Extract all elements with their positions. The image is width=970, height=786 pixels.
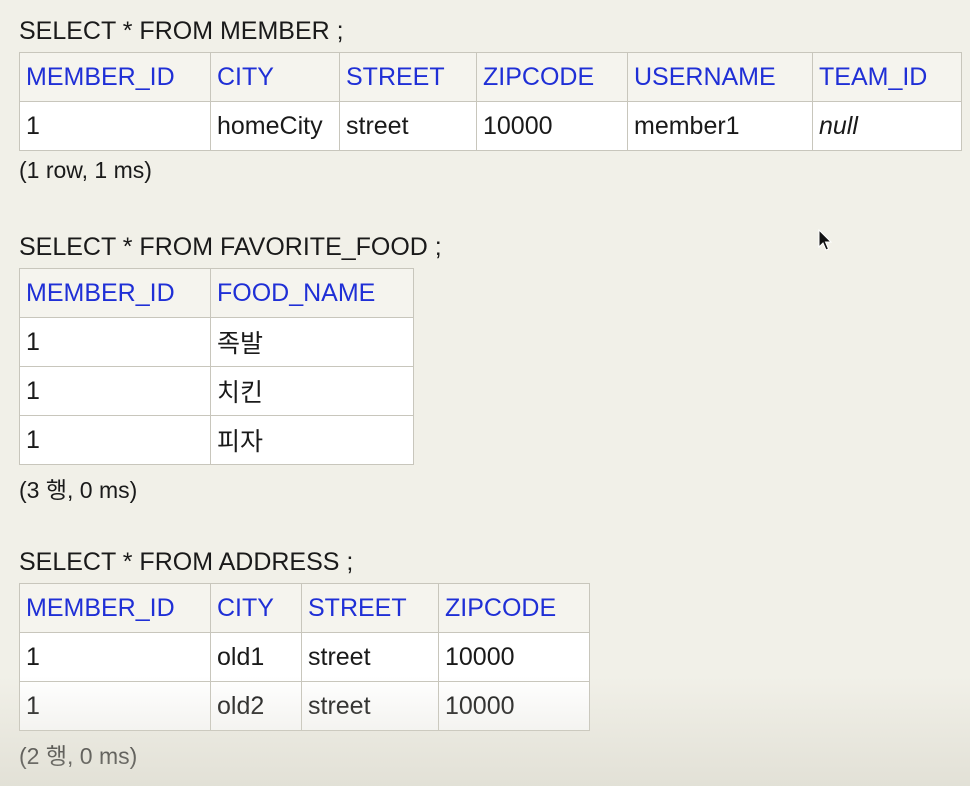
table-cell: street (301, 632, 439, 682)
column-header-street[interactable]: STREET (339, 52, 477, 102)
table-row: 1 old1 street 10000 (19, 632, 590, 682)
table-header-row: MEMBER_ID CITY STREET ZIPCODE USERNAME T… (19, 52, 962, 102)
table-cell: 족발 (210, 317, 414, 367)
table-header-row: MEMBER_ID FOOD_NAME (19, 268, 414, 318)
table-cell: 1 (19, 632, 211, 682)
table-cell: 1 (19, 101, 211, 151)
table-header-row: MEMBER_ID CITY STREET ZIPCODE (19, 583, 590, 633)
query-result-member: SELECT * FROM MEMBER ; MEMBER_ID CITY ST… (19, 16, 962, 184)
table-cell: 피자 (210, 415, 414, 465)
table-cell: 치킨 (210, 366, 414, 416)
result-table-address: MEMBER_ID CITY STREET ZIPCODE 1 old1 str… (19, 583, 590, 731)
table-cell-null: null (812, 101, 962, 151)
column-header-member-id[interactable]: MEMBER_ID (19, 268, 211, 318)
table-cell: member1 (627, 101, 813, 151)
column-header-zipcode[interactable]: ZIPCODE (476, 52, 628, 102)
table-cell: 1 (19, 415, 211, 465)
query-result-address: SELECT * FROM ADDRESS ; MEMBER_ID CITY S… (19, 547, 590, 771)
row-count-info: (1 row, 1 ms) (19, 157, 152, 183)
query-result-favorite-food: SELECT * FROM FAVORITE_FOOD ; MEMBER_ID … (19, 232, 442, 505)
column-header-member-id[interactable]: MEMBER_ID (19, 52, 211, 102)
table-row: 1 homeCity street 10000 member1 null (19, 101, 962, 151)
result-table-favorite-food: MEMBER_ID FOOD_NAME 1 족발 1 치킨 1 피자 (19, 268, 414, 465)
row-count-info: (2 행, 0 ms) (19, 743, 138, 769)
table-row: 1 치킨 (19, 366, 414, 416)
table-cell: 10000 (476, 101, 628, 151)
column-header-team-id[interactable]: TEAM_ID (812, 52, 962, 102)
column-header-street[interactable]: STREET (301, 583, 439, 633)
column-header-city[interactable]: CITY (210, 583, 302, 633)
column-header-city[interactable]: CITY (210, 52, 340, 102)
table-cell: 1 (19, 366, 211, 416)
result-table-member: MEMBER_ID CITY STREET ZIPCODE USERNAME T… (19, 52, 962, 151)
table-cell: street (301, 681, 439, 731)
column-header-zipcode[interactable]: ZIPCODE (438, 583, 590, 633)
table-cell: street (339, 101, 477, 151)
table-row: 1 old2 street 10000 (19, 681, 590, 731)
column-header-username[interactable]: USERNAME (627, 52, 813, 102)
table-cell: old2 (210, 681, 302, 731)
sql-statement: SELECT * FROM MEMBER ; (19, 17, 344, 45)
table-cell: 10000 (438, 681, 590, 731)
table-cell: 1 (19, 681, 211, 731)
column-header-member-id[interactable]: MEMBER_ID (19, 583, 211, 633)
column-header-food-name[interactable]: FOOD_NAME (210, 268, 414, 318)
sql-statement: SELECT * FROM ADDRESS ; (19, 548, 354, 576)
table-cell: 1 (19, 317, 211, 367)
mouse-pointer-icon (818, 229, 833, 251)
table-cell: homeCity (210, 101, 340, 151)
row-count-info: (3 행, 0 ms) (19, 477, 138, 503)
sql-statement: SELECT * FROM FAVORITE_FOOD ; (19, 233, 442, 261)
table-cell: old1 (210, 632, 302, 682)
table-row: 1 피자 (19, 415, 414, 465)
table-row: 1 족발 (19, 317, 414, 367)
table-cell: 10000 (438, 632, 590, 682)
